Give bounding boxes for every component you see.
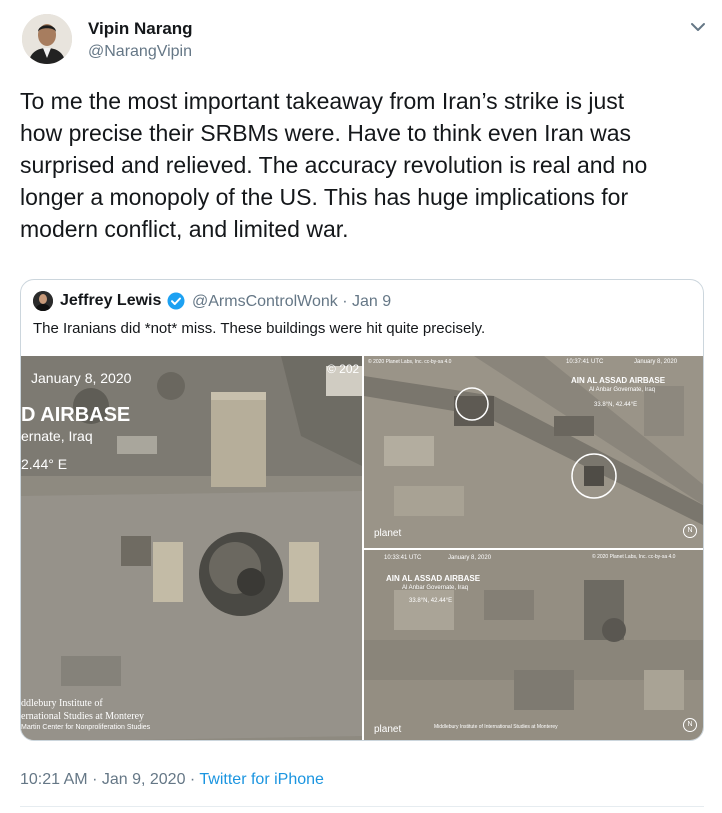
left-image-subtitle: ernate, Iraq xyxy=(21,428,93,444)
footer-divider xyxy=(20,806,704,807)
footer-separator-1: · xyxy=(92,771,98,788)
left-image-title: D AIRBASE xyxy=(21,404,131,426)
br-coord: 33.8°N, 42.44°E xyxy=(409,598,453,604)
tr-title: AIN AL ASSAD AIRBASE xyxy=(571,376,666,385)
left-image-credit-1: ddlebury Institute of xyxy=(21,698,103,709)
left-image-corner: © 202 xyxy=(327,362,360,376)
footer-separator-2: · xyxy=(189,771,196,788)
br-north-icon: N xyxy=(683,718,697,732)
br-copyright: © 2020 Planet Labs, Inc. cc-by-sa 4.0 xyxy=(592,554,676,560)
left-image-credit-3: Martin Center for Nonproliferation Studi… xyxy=(21,724,151,731)
author-avatar[interactable] xyxy=(22,14,72,64)
quoted-tweet[interactable]: Jeffrey Lewis @ArmsControlWonk · Jan 9 T… xyxy=(20,279,704,741)
tr-coord: 33.8°N, 42.44°E xyxy=(594,402,638,408)
tr-time: 10:37:41 UTC xyxy=(566,359,604,365)
tweet-time[interactable]: 10:21 AM xyxy=(20,771,88,788)
quoted-author-name[interactable]: Jeffrey Lewis xyxy=(60,292,161,310)
br-time: 10:33:41 UTC xyxy=(384,555,422,561)
tr-north-icon: N xyxy=(683,524,697,538)
left-image-coord: 2.44° E xyxy=(21,456,68,472)
author-name[interactable]: Vipin Narang xyxy=(88,19,193,39)
quoted-date[interactable]: Jan 9 xyxy=(352,293,391,310)
tr-logo: planet xyxy=(374,528,402,539)
tweet-footer: 10:21 AM · Jan 9, 2020 · Twitter for iPh… xyxy=(20,771,324,789)
satellite-image-left[interactable]: January 8, 2020 D AIRBASE ernate, Iraq 2… xyxy=(21,356,362,740)
br-title: AIN AL ASSAD AIRBASE xyxy=(386,574,481,583)
quoted-avatar[interactable] xyxy=(33,291,53,311)
tr-date: January 8, 2020 xyxy=(634,359,678,365)
quoted-text: The Iranians did *not* miss. These build… xyxy=(33,320,486,337)
verified-badge-icon xyxy=(167,292,185,310)
quoted-separator: · xyxy=(342,293,348,310)
tweet-date[interactable]: Jan 9, 2020 xyxy=(102,771,186,788)
br-credit: Middlebury Institute of International St… xyxy=(434,724,558,730)
br-subtitle: Al Anbar Governate, Iraq xyxy=(402,585,469,591)
chevron-down-icon[interactable] xyxy=(687,16,709,38)
left-image-credit-2: ernational Studies at Monterey xyxy=(21,711,145,722)
author-handle[interactable]: @NarangVipin xyxy=(88,43,192,61)
br-date: January 8, 2020 xyxy=(448,555,492,561)
left-image-date: January 8, 2020 xyxy=(31,370,132,386)
tweet-text: To me the most important takeaway from I… xyxy=(20,88,648,242)
tr-copyright: © 2020 Planet Labs, Inc. cc-by-sa 4.0 xyxy=(368,359,452,365)
satellite-image-top-right[interactable]: © 2020 Planet Labs, Inc. cc-by-sa 4.0 10… xyxy=(364,356,703,548)
tweet-card: Vipin Narang @NarangVipin To me the most… xyxy=(0,0,722,813)
quoted-meta: @ArmsControlWonk · Jan 9 xyxy=(192,293,391,311)
satellite-image-bottom-right[interactable]: 10:33:41 UTC January 8, 2020 © 2020 Plan… xyxy=(364,550,703,740)
br-logo: planet xyxy=(374,724,402,735)
tr-subtitle: Al Anbar Governate, Iraq xyxy=(589,387,656,393)
tweet-source-link[interactable]: Twitter for iPhone xyxy=(199,771,324,788)
quoted-handle[interactable]: @ArmsControlWonk xyxy=(192,293,338,310)
